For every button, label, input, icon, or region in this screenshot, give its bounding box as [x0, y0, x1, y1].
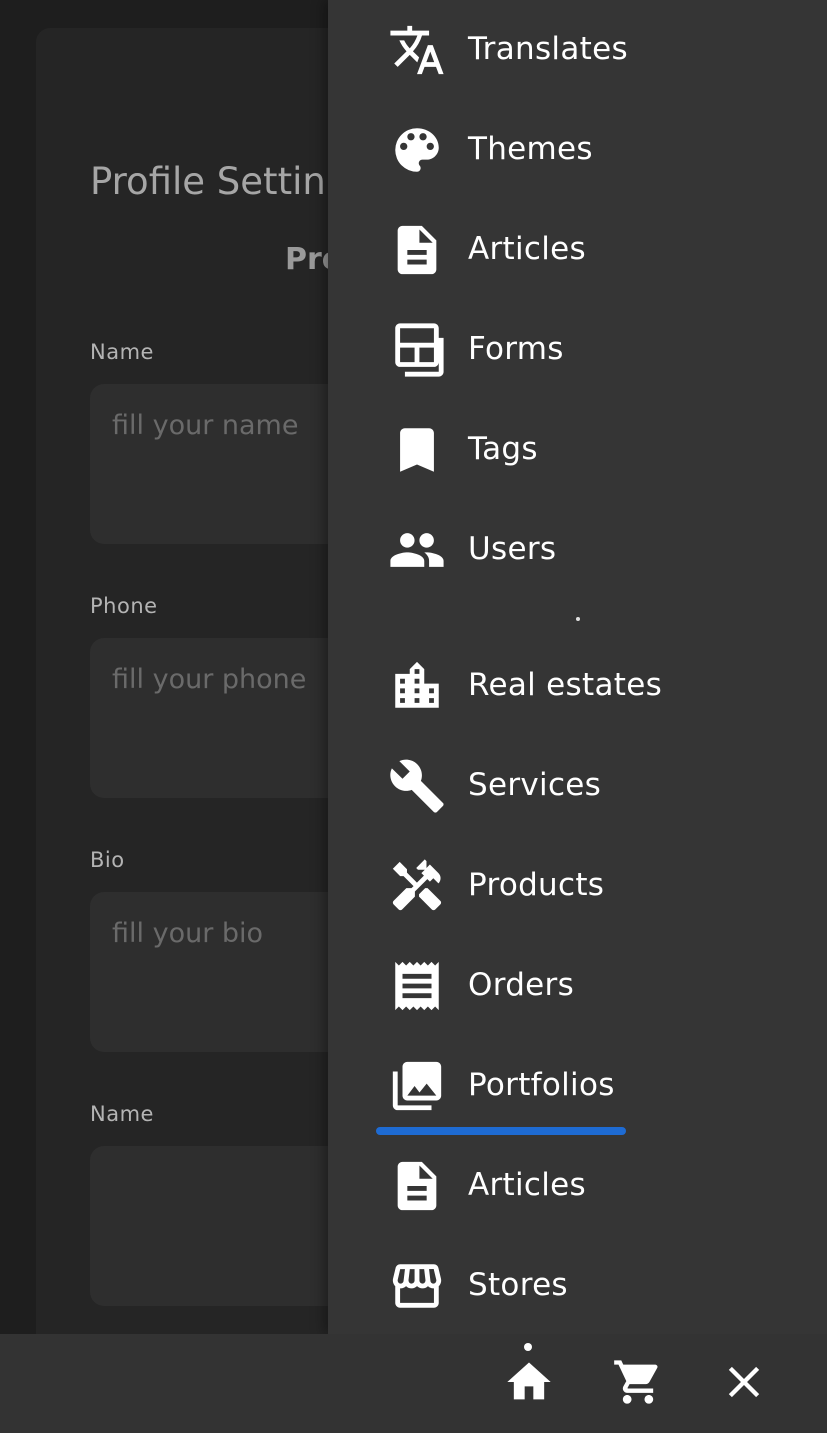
close-menu-button[interactable] — [714, 1354, 774, 1414]
bottom-navigation-bar — [0, 1334, 827, 1433]
name-placeholder: fill your name — [112, 410, 299, 441]
tools-icon — [388, 857, 446, 915]
menu-item-stores[interactable]: Stores — [328, 1236, 827, 1336]
forms-icon — [388, 321, 446, 379]
article-icon — [388, 1157, 446, 1215]
menu-item-services[interactable]: Services — [328, 736, 827, 836]
page-title: Profile Settin — [90, 160, 326, 203]
menu-item-label: Forms — [468, 331, 564, 367]
close-icon — [718, 1356, 770, 1412]
menu-item-real-estates[interactable]: Real estates — [328, 636, 827, 736]
menu-item-users[interactable]: Users — [328, 500, 827, 600]
bio-placeholder: fill your bio — [112, 918, 264, 949]
menu-item-label: Tags — [468, 431, 538, 467]
building-icon — [388, 657, 446, 715]
menu-item-themes[interactable]: Themes — [328, 100, 827, 200]
divider-dot — [576, 617, 580, 621]
menu-item-label: Real estates — [468, 667, 663, 703]
menu-item-label: Users — [468, 531, 557, 567]
name-label: Name — [90, 340, 154, 364]
menu-item-label: Stores — [468, 1267, 568, 1303]
menu-item-products[interactable]: Products — [328, 836, 827, 936]
menu-item-label: Portfolios — [468, 1067, 615, 1103]
second-name-label: Name — [90, 1102, 154, 1126]
menu-item-label: Products — [468, 867, 605, 903]
storefront-icon — [388, 1257, 446, 1315]
menu-item-orders[interactable]: Orders — [328, 936, 827, 1036]
menu-item-label: Orders — [468, 967, 575, 1003]
bookmark-icon — [388, 421, 446, 479]
active-item-underline — [376, 1127, 626, 1135]
wrench-icon — [388, 757, 446, 815]
palette-icon — [388, 121, 446, 179]
users-icon — [388, 521, 446, 579]
menu-item-label: Themes — [468, 131, 593, 167]
menu-item-portfolios[interactable]: Portfolios — [328, 1036, 827, 1136]
cart-icon — [612, 1356, 664, 1412]
bio-label: Bio — [90, 848, 125, 872]
menu-item-translates[interactable]: Translates — [328, 0, 827, 100]
phone-placeholder: fill your phone — [112, 664, 307, 695]
active-indicator-dot — [524, 1343, 532, 1351]
receipt-icon — [388, 957, 446, 1015]
translate-icon — [388, 21, 446, 79]
cart-button[interactable] — [608, 1354, 668, 1414]
menu-item-label: Articles — [468, 1167, 586, 1203]
article-icon — [388, 221, 446, 279]
navigation-drawer: Translates Themes Articles Forms Tags Us… — [328, 0, 827, 1334]
phone-label: Phone — [90, 594, 158, 618]
home-button[interactable] — [499, 1354, 559, 1414]
menu-item-articles-2[interactable]: Articles — [328, 1136, 827, 1236]
menu-item-tags[interactable]: Tags — [328, 400, 827, 500]
home-icon — [503, 1356, 555, 1412]
photo-library-icon — [388, 1057, 446, 1115]
menu-item-forms[interactable]: Forms — [328, 300, 827, 400]
menu-item-articles[interactable]: Articles — [328, 200, 827, 300]
menu-item-label: Translates — [468, 31, 628, 67]
menu-item-label: Articles — [468, 231, 586, 267]
menu-item-label: Services — [468, 767, 602, 803]
